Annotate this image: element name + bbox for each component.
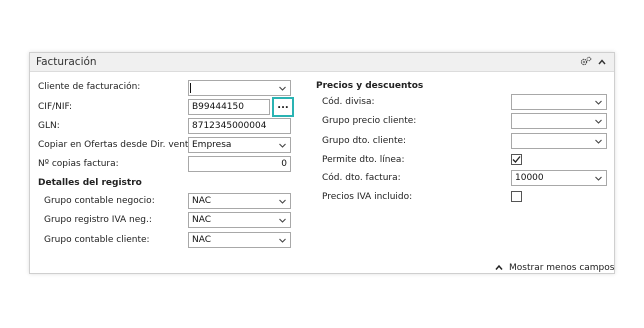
- billing-customer-label: Cliente de facturación:: [38, 82, 141, 92]
- vat-id-field[interactable]: B99444150: [188, 99, 270, 115]
- chevron-down-icon: [595, 100, 602, 105]
- customer-posting-select[interactable]: NAC: [188, 232, 291, 248]
- billing-panel: Facturación Cliente de facturación: CIF/…: [29, 52, 615, 274]
- invoice-disc-code-select[interactable]: 10000: [511, 170, 607, 186]
- chevron-down-icon: [279, 238, 286, 243]
- invoice-disc-code-label: Cód. dto. factura:: [322, 173, 401, 183]
- chevron-down-icon: [279, 143, 286, 148]
- check-icon: [512, 156, 521, 163]
- text-caret: [190, 83, 191, 93]
- gen-bus-posting-select[interactable]: NAC: [188, 193, 291, 209]
- chevron-down-icon: [595, 176, 602, 181]
- chevron-down-icon: [279, 199, 286, 204]
- chevron-up-icon: [495, 264, 503, 270]
- allow-line-disc-checkbox[interactable]: [511, 154, 522, 165]
- gln-field[interactable]: 8712345000004: [188, 118, 291, 134]
- allow-line-disc-label: Permite dto. línea:: [322, 155, 405, 165]
- panel-header: Facturación: [30, 53, 614, 72]
- chevron-up-icon[interactable]: [598, 58, 606, 66]
- copy-offers-label: Copiar en Ofertas desde Dir. venta:: [38, 140, 197, 150]
- copy-offers-select[interactable]: Empresa: [188, 137, 291, 153]
- registration-details-heading: Detalles del registro: [38, 178, 142, 188]
- show-less-fields-link[interactable]: Mostrar menos campos: [495, 263, 614, 273]
- disc-group-select[interactable]: [511, 133, 607, 149]
- panel-title: Facturación: [36, 56, 97, 68]
- price-group-label: Grupo precio cliente:: [322, 116, 417, 126]
- disc-group-label: Grupo dto. cliente:: [322, 136, 407, 146]
- gears-icon[interactable]: [580, 56, 592, 67]
- chevron-down-icon: [279, 86, 286, 91]
- price-group-select[interactable]: [511, 113, 607, 129]
- billing-customer-select[interactable]: [188, 80, 291, 96]
- gln-label: GLN:: [38, 121, 60, 131]
- show-less-label: Mostrar menos campos: [509, 263, 615, 273]
- invoice-copies-field[interactable]: 0: [188, 156, 291, 172]
- vat-id-lookup-button[interactable]: ...: [272, 97, 294, 117]
- header-actions: [580, 56, 606, 67]
- invoice-copies-label: Nº copias factura:: [38, 159, 119, 169]
- vat-bus-posting-select[interactable]: NAC: [188, 212, 291, 228]
- chevron-down-icon: [595, 119, 602, 124]
- prices-incl-vat-label: Precios IVA incluido:: [322, 192, 413, 202]
- currency-code-label: Cód. divisa:: [322, 97, 375, 107]
- chevron-down-icon: [279, 218, 286, 223]
- gen-bus-posting-label: Grupo contable negocio:: [44, 196, 155, 206]
- prices-incl-vat-checkbox[interactable]: [511, 191, 522, 202]
- customer-posting-label: Grupo contable cliente:: [44, 235, 150, 245]
- currency-code-select[interactable]: [511, 94, 607, 110]
- vat-id-label: CIF/NIF:: [38, 102, 73, 112]
- vat-bus-posting-label: Grupo registro IVA neg.:: [44, 215, 152, 225]
- prices-discounts-heading: Precios y descuentos: [316, 81, 424, 91]
- chevron-down-icon: [595, 139, 602, 144]
